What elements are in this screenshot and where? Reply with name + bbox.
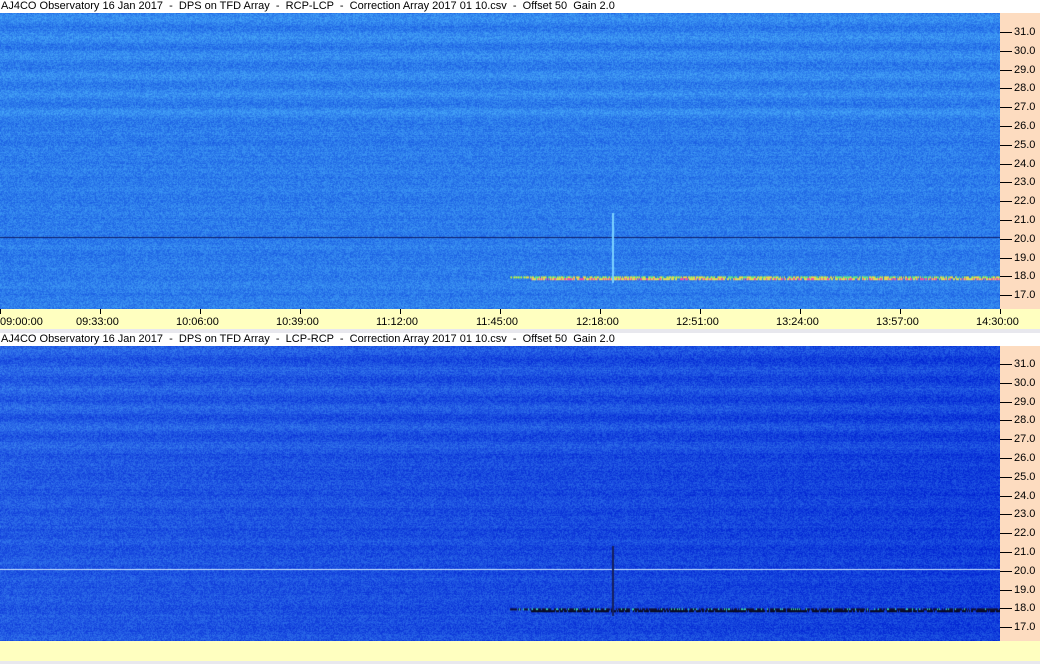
frequency-tick-label: 22.0 xyxy=(1014,195,1036,208)
time-tick-label: 09:00:00 xyxy=(0,316,43,328)
time-tick-label: 10:39:00 xyxy=(276,316,319,328)
frequency-tick-label: 18.0 xyxy=(1014,270,1036,283)
frequency-tick-label: 24.0 xyxy=(1014,489,1036,502)
time-axis-bottom xyxy=(0,641,1040,661)
frequency-tick-label: 20.0 xyxy=(1014,232,1036,245)
time-tick-label: 09:33:00 xyxy=(76,316,119,328)
frequency-tick-label: 28.0 xyxy=(1014,82,1036,95)
frequency-tick-label: 21.0 xyxy=(1014,214,1036,226)
spectrogram-top[interactable] xyxy=(0,13,1000,309)
frequency-tick-label: 26.0 xyxy=(1014,120,1036,132)
frequency-tick-label: 20.0 xyxy=(1014,564,1036,577)
frequency-tick-label: 31.0 xyxy=(1014,26,1036,38)
frequency-tick-label: 29.0 xyxy=(1014,395,1036,408)
frequency-tick-label: 23.0 xyxy=(1014,508,1036,521)
frequency-tick-label: 18.0 xyxy=(1014,602,1036,615)
frequency-tick-label: 27.0 xyxy=(1014,433,1036,446)
time-tick-label: 12:51:00 xyxy=(676,316,719,328)
panel-title-top: AJ4CO Observatory 16 Jan 2017 - DPS on T… xyxy=(0,0,1040,13)
time-tick-label: 14:30:00 xyxy=(976,316,1019,328)
time-tick-label: 11:45:00 xyxy=(476,316,519,328)
frequency-tick-label: 23.0 xyxy=(1014,176,1036,189)
frequency-tick-label: 22.0 xyxy=(1014,527,1036,540)
frequency-tick-label: 19.0 xyxy=(1014,583,1036,596)
spectrogram-bottom[interactable] xyxy=(0,346,1000,641)
time-tick-label: 10:06:00 xyxy=(176,316,219,328)
time-tick-label: 13:57:00 xyxy=(876,316,919,328)
frequency-tick-label: 17.0 xyxy=(1014,621,1036,634)
frequency-tick-label: 30.0 xyxy=(1014,44,1036,57)
frequency-axis-top: 31.0 30.0 29.0 28.0 27.0 26.0 25.0 24.0 23.0 22.0… xyxy=(1000,13,1040,309)
frequency-tick-label: 17.0 xyxy=(1014,289,1036,302)
frequency-tick-label: 30.0 xyxy=(1014,376,1036,389)
panel-title-bottom: AJ4CO Observatory 16 Jan 2017 - DPS on T… xyxy=(0,333,1040,346)
frequency-axis-bottom: 31.0 30.0 29.0 28.0 27.0 26.0 25.0 24.0 23.0 22.0… xyxy=(1000,346,1040,641)
frequency-tick-label: 31.0 xyxy=(1014,358,1036,370)
frequency-tick-label: 25.0 xyxy=(1014,470,1036,483)
frequency-tick-label: 28.0 xyxy=(1014,414,1036,427)
frequency-tick-label: 29.0 xyxy=(1014,63,1036,76)
frequency-tick-label: 25.0 xyxy=(1014,138,1036,151)
time-axis: 09:00:00 09:33:00 10:06:00 10:39:00 11:12:00… xyxy=(0,309,1040,329)
time-tick-label: 12:18:00 xyxy=(576,316,619,328)
frequency-tick-label: 24.0 xyxy=(1014,157,1036,170)
frequency-tick-label: 26.0 xyxy=(1014,452,1036,464)
frequency-tick-label: 27.0 xyxy=(1014,101,1036,114)
frequency-tick-label: 21.0 xyxy=(1014,546,1036,558)
time-tick-label: 13:24:00 xyxy=(776,316,819,328)
frequency-tick-label: 19.0 xyxy=(1014,251,1036,264)
time-tick-label: 11:12:00 xyxy=(376,316,419,328)
